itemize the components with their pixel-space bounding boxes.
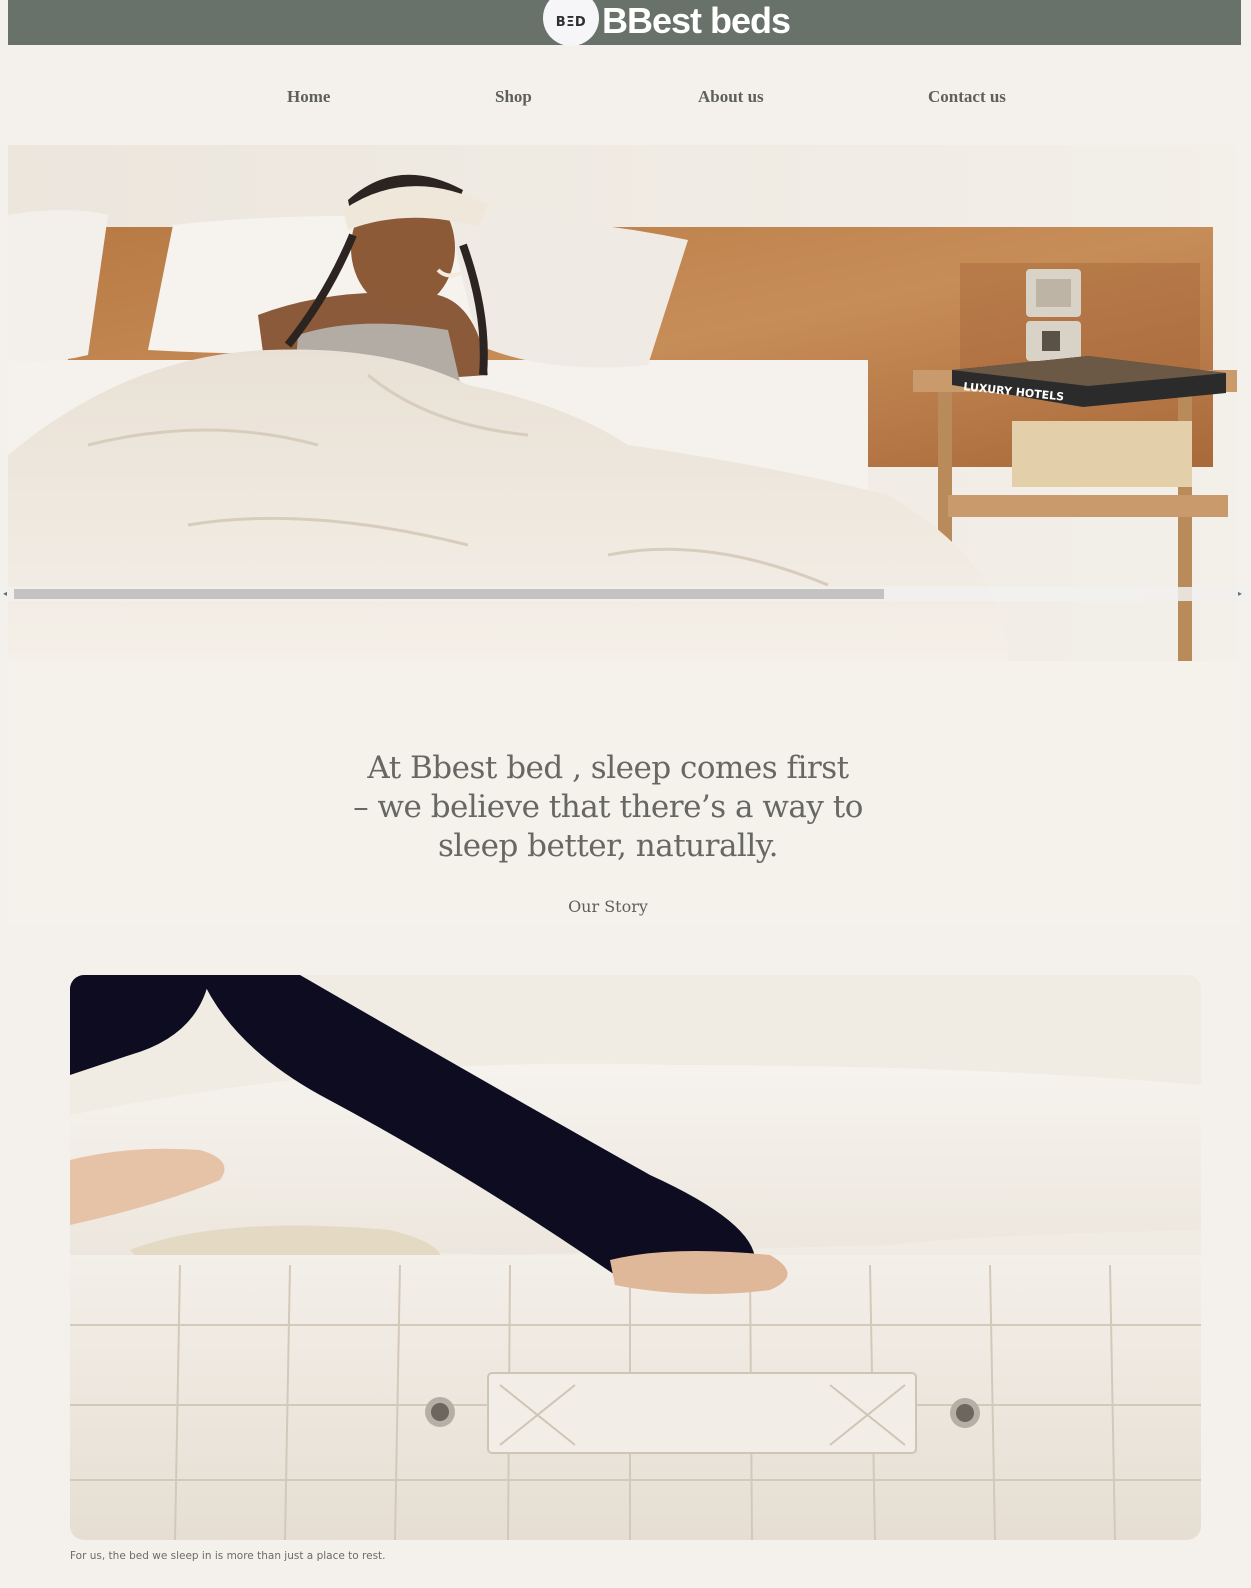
brand-title: BBest beds: [602, 0, 791, 41]
nav-contact-us[interactable]: Contact us: [928, 87, 1006, 107]
headline-line-1: At Bbest bed , sleep comes first: [367, 750, 849, 786]
story-headline: At Bbest bed , sleep comes first – we be…: [308, 749, 908, 866]
headline-line-2: – we believe that there’s a way to: [353, 789, 863, 825]
story-section: At Bbest bed , sleep comes first – we be…: [8, 661, 1241, 923]
hero-image: LUXURY HOTELS: [8, 145, 1237, 661]
nav-shop[interactable]: Shop: [495, 87, 532, 107]
woman-in-bed-illustration: LUXURY HOTELS: [8, 145, 1237, 661]
headline-line-3: sleep better, naturally.: [437, 828, 779, 864]
horizontal-scrollbar[interactable]: ◂ ▸: [0, 587, 1251, 601]
main-nav: Home Shop About us Contact us: [0, 84, 1251, 110]
scroll-left-arrow-icon[interactable]: ◂: [3, 589, 7, 599]
scroll-right-arrow-icon[interactable]: ▸: [1238, 589, 1242, 599]
scroll-thumb[interactable]: [14, 589, 884, 599]
mattress-image: [70, 975, 1201, 1540]
nav-about-us[interactable]: About us: [698, 87, 764, 107]
nav-home[interactable]: Home: [287, 87, 330, 107]
mattress-illustration: [70, 975, 1201, 1540]
feature-caption: For us, the bed we sleep in is more than…: [70, 1550, 386, 1562]
our-story-link[interactable]: Our Story: [508, 897, 708, 916]
logo-text: BΞD: [555, 14, 587, 30]
